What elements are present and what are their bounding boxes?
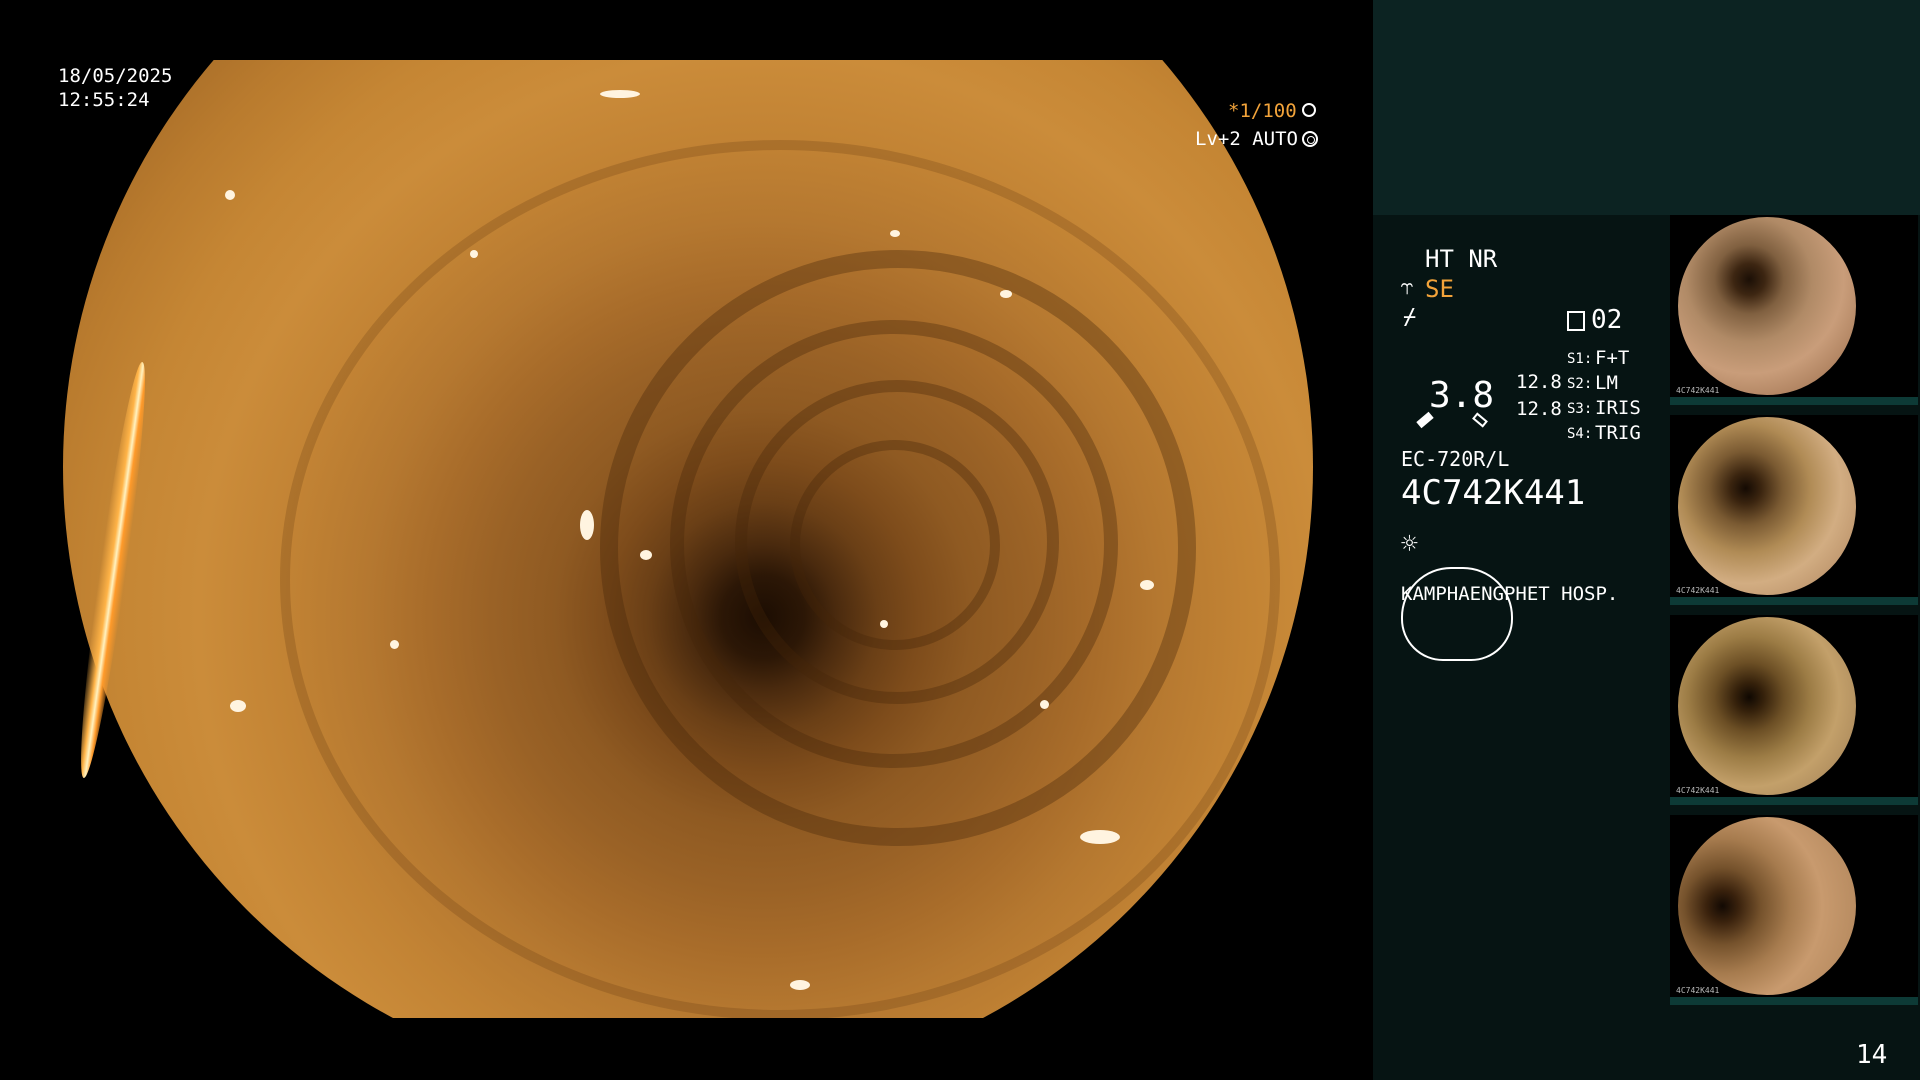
shutter-speed: *1/100 [1228,100,1297,122]
zoom-gauge [1401,567,1513,661]
memory-card-icon [1567,311,1585,331]
specular-highlight [225,190,235,200]
side-panel-header [1373,0,1920,215]
specular-highlight [230,700,246,712]
specular-highlight [640,550,652,560]
aperture-icon [1302,103,1316,117]
capture-thumbnail[interactable]: 4C742K441 [1670,215,1918,405]
switch-s4-value: TRIG [1595,422,1641,444]
freeze-icon: ⌿ [1403,305,1417,330]
capture-thumbnails: 4C742K441 4C742K441 4C742K441 4C742K441 [1670,215,1920,1015]
specular-highlight [470,250,478,258]
specular-highlight [580,510,594,540]
scope-settings-panel: HT NR ⥾ SE ⌿ 02 3.8 12.8 12.8 S1: F+T S2… [1373,215,1673,1080]
scope-serial: 4C742K441 [1401,473,1586,513]
gauge-bottom-value: 12.8 [1516,398,1562,420]
switch-s2-value: LM [1595,372,1618,394]
specular-highlight [1000,290,1012,298]
switch-s3-key: S3: [1567,401,1593,417]
switch-s1-value: F+T [1595,347,1630,369]
enhance-icon: ⥾ [1401,275,1414,300]
side-panel: HT NR ⥾ SE ⌿ 02 3.8 12.8 12.8 S1: F+T S2… [1373,0,1920,1080]
page-number: 14 [1856,1040,1888,1070]
thumbnail-serial: 4C742K441 [1676,586,1720,595]
hospital-name: KAMPHAENGPHET HOSP. [1401,583,1619,605]
iris-icon [1302,131,1318,147]
capture-thumbnail[interactable]: 4C742K441 [1670,415,1918,605]
specular-highlight [890,230,900,237]
specular-highlight [600,90,640,98]
thumbnail-serial: 4C742K441 [1676,986,1720,995]
scope-model: EC-720R/L [1401,447,1510,471]
endoscope-main-view: 18/05/2025 12:55:24 *1/100 Lv+2 AUTO [0,0,1373,1080]
lamp-icon: ☼ [1401,527,1418,560]
scope-image-frame [0,0,1373,1080]
exam-time: 12:55:24 [58,89,150,111]
capture-thumbnail[interactable]: 4C742K441 [1670,615,1918,805]
switch-s4-key: S4: [1567,426,1593,442]
thumbnail-serial: 4C742K441 [1676,386,1720,395]
specular-highlight [390,640,399,649]
mode-ht-nr: HT NR [1425,245,1498,273]
specular-highlight [1080,830,1120,844]
scope-image-crop [0,60,1373,1018]
switch-s3-value: IRIS [1595,397,1641,419]
exam-date: 18/05/2025 [58,65,173,87]
switch-s1-key: S1: [1567,351,1593,367]
specular-highlight [880,620,888,628]
thumbnail-serial: 4C742K441 [1676,786,1720,795]
mucosal-fold [280,140,1280,1018]
specular-highlight [1040,700,1049,709]
brightness-level: Lv+2 AUTO [1195,128,1298,150]
specular-highlight [1140,580,1154,590]
memory-label: 02 [1591,305,1623,335]
capture-thumbnail[interactable]: 4C742K441 [1670,815,1918,1005]
mode-se: SE [1425,275,1454,303]
switch-s2-key: S2: [1567,376,1593,392]
specular-highlight [790,980,810,990]
gauge-value: 3.8 [1429,375,1495,416]
gauge-top-value: 12.8 [1516,371,1562,393]
